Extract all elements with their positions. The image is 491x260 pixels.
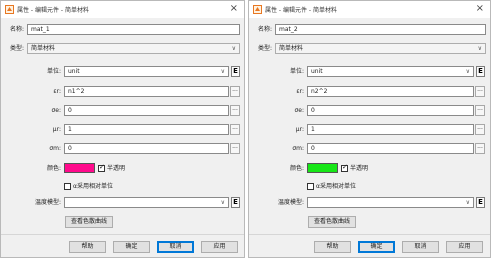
name-field[interactable]: mat_2 — [275, 24, 486, 35]
view-dispersion-button[interactable]: 查看色散曲线 — [308, 216, 356, 228]
unit-select[interactable]: unit ∨ — [64, 66, 229, 77]
unit-expression-button[interactable]: E — [231, 66, 240, 77]
sigma-e-label: σe: — [51, 107, 61, 114]
chevron-down-icon: ∨ — [465, 199, 470, 206]
close-icon[interactable]: × — [230, 3, 238, 15]
checkmark-icon: ✓ — [99, 163, 105, 171]
sigma-m-browse-button[interactable]: ... — [475, 143, 485, 154]
help-button[interactable]: 帮助 — [69, 241, 106, 253]
type-label: 类型: — [9, 45, 24, 52]
temperature-model-select[interactable]: ∨ — [307, 197, 474, 208]
sigma-e-browse-button[interactable]: ... — [475, 105, 485, 116]
mu-browse-button[interactable]: ... — [475, 124, 485, 135]
dialog-title: 属性 - 编辑元件 - 简单材料 — [265, 7, 337, 14]
mu-browse-button[interactable]: ... — [230, 124, 240, 135]
help-button[interactable]: 帮助 — [314, 241, 351, 253]
sigma-m-field[interactable]: 0 — [64, 143, 229, 154]
unit-label: 单位: — [46, 68, 61, 75]
epsilon-browse-button[interactable]: ... — [475, 86, 485, 97]
unit-select-value: unit — [68, 68, 80, 75]
type-select[interactable]: 简单材料 ∨ — [27, 43, 240, 54]
color-swatch[interactable] — [64, 163, 95, 173]
epsilon-label: εr: — [296, 88, 304, 95]
unit-expression-button[interactable]: E — [476, 66, 485, 77]
type-select[interactable]: 简单材料 ∨ — [275, 43, 486, 54]
cancel-button[interactable]: 取消 — [402, 241, 439, 253]
relative-unit-checkbox[interactable] — [64, 183, 71, 190]
sigma-m-field[interactable]: 0 — [307, 143, 474, 154]
sigma-m-label: σm: — [49, 145, 61, 152]
name-label: 名称: — [9, 26, 24, 33]
view-dispersion-button[interactable]: 查看色散曲线 — [65, 216, 113, 228]
relative-unit-label: α采用相对单位 — [316, 183, 356, 190]
sigma-e-field[interactable]: 0 — [307, 105, 474, 116]
chevron-down-icon: ∨ — [220, 199, 225, 206]
temperature-expression-button[interactable]: E — [231, 197, 240, 208]
relative-unit-checkbox[interactable] — [307, 183, 314, 190]
type-select-value: 简单材料 — [279, 45, 304, 52]
mu-label: μr: — [295, 126, 304, 133]
unit-select[interactable]: unit ∨ — [307, 66, 474, 77]
button-bar-divider — [1, 234, 244, 235]
title-bar[interactable]: 属性 - 编辑元件 - 简单材料 × — [1, 1, 244, 18]
temperature-model-select[interactable]: ∨ — [64, 197, 229, 208]
unit-label: 单位: — [289, 68, 304, 75]
apply-button[interactable]: 应用 — [201, 241, 238, 253]
chevron-down-icon: ∨ — [231, 45, 236, 52]
epsilon-field[interactable]: n1^2 — [64, 86, 229, 97]
type-select-value: 简单材料 — [31, 45, 56, 52]
properties-dialog-2: 属性 - 编辑元件 - 简单材料 × 名称: mat_2 类型: 简单材料 ∨ … — [248, 0, 491, 258]
sigma-e-browse-button[interactable]: ... — [230, 105, 240, 116]
sigma-e-label: σe: — [294, 107, 304, 114]
temperature-model-label: 温度模型: — [277, 199, 304, 206]
properties-dialog-1: 属性 - 编辑元件 - 简单材料 × 名称: mat_1 类型: 简单材料 ∨ … — [0, 0, 245, 258]
epsilon-label: εr: — [53, 88, 61, 95]
semi-transparent-label: 半透明 — [107, 165, 126, 172]
mu-label: μr: — [52, 126, 61, 133]
name-label: 名称: — [257, 26, 272, 33]
checkmark-icon: ✓ — [342, 163, 348, 171]
cancel-button[interactable]: 取消 — [157, 241, 194, 253]
ok-button[interactable]: 确定 — [358, 241, 395, 253]
name-field[interactable]: mat_1 — [27, 24, 240, 35]
mu-field[interactable]: 1 — [307, 124, 474, 135]
title-bar[interactable]: 属性 - 编辑元件 - 简单材料 × — [249, 1, 490, 18]
temperature-expression-button[interactable]: E — [476, 197, 485, 208]
relative-unit-label: α采用相对单位 — [73, 183, 113, 190]
chevron-down-icon: ∨ — [465, 68, 470, 75]
button-bar-divider — [249, 234, 490, 235]
color-swatch[interactable] — [307, 163, 338, 173]
semi-transparent-label: 半透明 — [350, 165, 369, 172]
mu-field[interactable]: 1 — [64, 124, 229, 135]
chevron-down-icon: ∨ — [220, 68, 225, 75]
color-label: 颜色: — [289, 165, 304, 172]
dialog-app-icon — [5, 5, 14, 14]
sigma-m-label: σm: — [292, 145, 304, 152]
dialog-app-icon — [253, 5, 262, 14]
temperature-model-label: 温度模型: — [34, 199, 61, 206]
dialog-title: 属性 - 编辑元件 - 简单材料 — [17, 7, 89, 14]
sigma-e-field[interactable]: 0 — [64, 105, 229, 116]
chevron-down-icon: ∨ — [477, 45, 482, 52]
semi-transparent-checkbox[interactable]: ✓ — [98, 163, 105, 172]
close-icon[interactable]: × — [476, 3, 484, 15]
apply-button[interactable]: 应用 — [446, 241, 483, 253]
sigma-m-browse-button[interactable]: ... — [230, 143, 240, 154]
epsilon-field[interactable]: n2^2 — [307, 86, 474, 97]
epsilon-browse-button[interactable]: ... — [230, 86, 240, 97]
unit-select-value: unit — [311, 68, 323, 75]
type-label: 类型: — [257, 45, 272, 52]
ok-button[interactable]: 确定 — [113, 241, 150, 253]
semi-transparent-checkbox[interactable]: ✓ — [341, 163, 348, 172]
color-label: 颜色: — [46, 165, 61, 172]
